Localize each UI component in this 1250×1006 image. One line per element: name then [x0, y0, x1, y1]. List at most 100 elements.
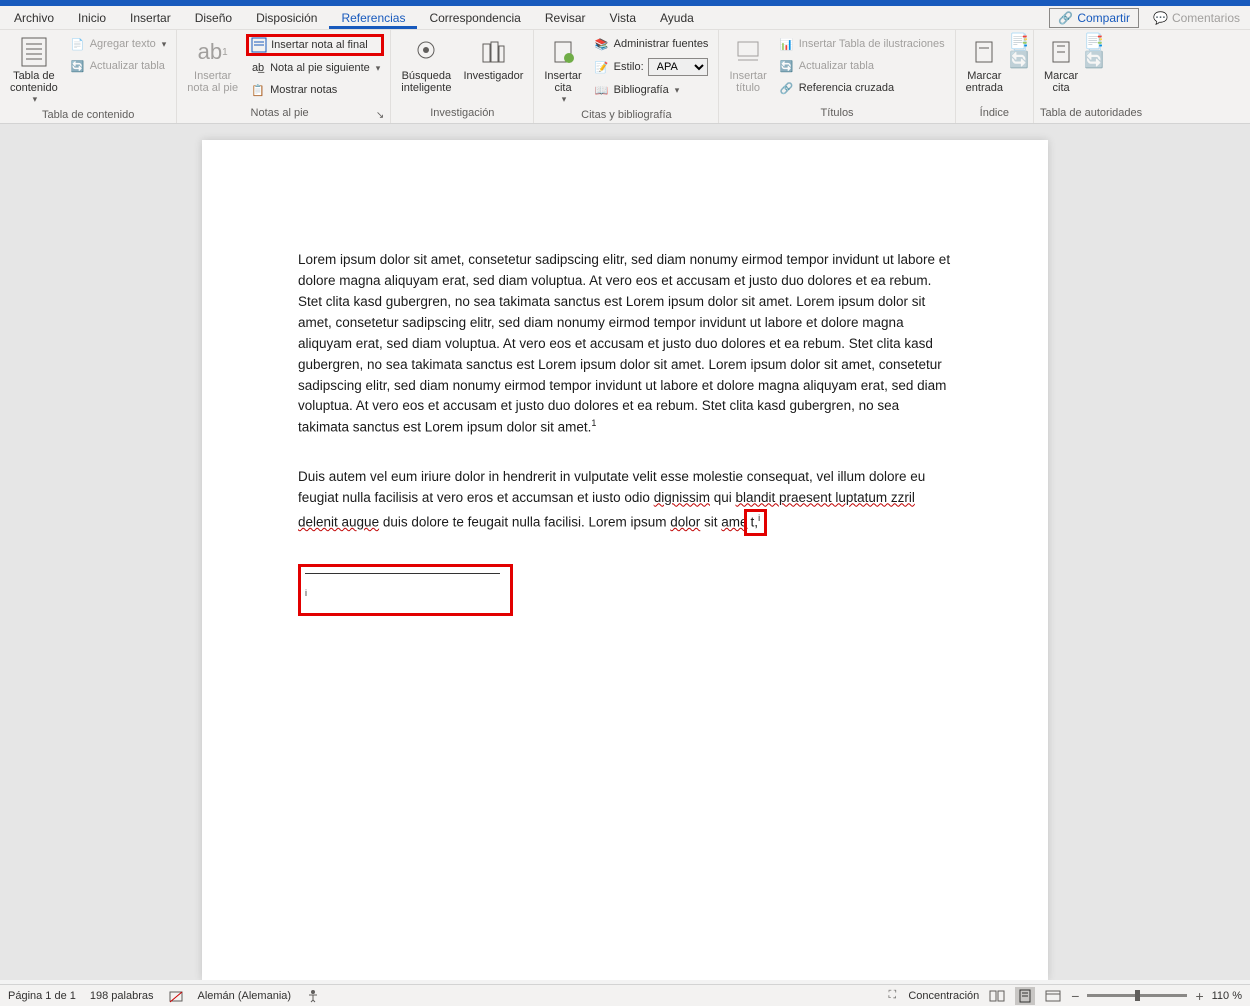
next-footnote-label: Nota al pie siguiente	[270, 62, 370, 74]
web-layout-icon[interactable]	[1043, 987, 1063, 1005]
mark-entry-button[interactable]: Marcar entrada	[962, 34, 1007, 96]
cross-reference-button[interactable]: 🔗 Referencia cruzada	[775, 78, 949, 98]
comments-button[interactable]: 💬 Comentarios	[1145, 9, 1248, 27]
endnote-area-highlight[interactable]: i	[298, 564, 513, 616]
menu-correspondencia[interactable]: Correspondencia	[417, 7, 532, 29]
group-authorities: Marcar cita 📑 🔄 Tabla de autoridades	[1034, 30, 1148, 123]
update-caption-table-button[interactable]: 🔄 Actualizar tabla	[775, 56, 949, 76]
add-text-label: Agregar texto	[90, 38, 156, 50]
group-label: Citas y bibliografía	[540, 107, 712, 123]
footnote-icon: ab1	[197, 36, 229, 68]
word-count[interactable]: 198 palabras	[90, 990, 154, 1002]
zoom-out-button[interactable]: −	[1071, 988, 1079, 1004]
insert-tof-button[interactable]: 📊 Insertar Tabla de ilustraciones	[775, 34, 949, 54]
insert-toa-icon[interactable]: 📑	[1086, 34, 1102, 50]
bibliography-button[interactable]: 📖 Bibliografía ▾	[590, 80, 713, 100]
update-icon: 🔄	[779, 58, 795, 74]
insert-index-icon[interactable]: 📑	[1011, 34, 1027, 50]
insert-caption-label: Insertar título	[729, 70, 766, 94]
group-citations: Insertar cita ▾ 📚 Administrar fuentes 📝 …	[534, 30, 719, 123]
focus-icon[interactable]: ⛶	[884, 988, 900, 1004]
group-index: Marcar entrada 📑 🔄 Índice	[956, 30, 1034, 123]
group-label: Notas al pie	[183, 105, 376, 121]
document-area[interactable]: Lorem ipsum dolor sit amet, consetetur s…	[0, 124, 1250, 980]
dialog-launcher-icon[interactable]: ↘	[376, 110, 384, 121]
menu-insertar[interactable]: Insertar	[118, 7, 183, 29]
accessibility-icon[interactable]	[305, 988, 321, 1004]
endnote-reference[interactable]: i	[758, 513, 760, 523]
zoom-level[interactable]: 110 %	[1212, 990, 1242, 1002]
zoom-in-button[interactable]: +	[1195, 988, 1203, 1004]
group-footnotes: ab1 Insertar nota al pie Insertar nota a…	[177, 30, 391, 123]
menu-archivo[interactable]: Archivo	[2, 7, 66, 29]
show-notes-button[interactable]: 📋 Mostrar notas	[246, 80, 384, 100]
style-selector[interactable]: 📝 Estilo: APA	[590, 56, 713, 78]
zoom-slider[interactable]	[1087, 994, 1187, 997]
next-footnote-button[interactable]: ab̲ Nota al pie siguiente ▾	[246, 58, 384, 78]
page-indicator[interactable]: Página 1 de 1	[8, 990, 76, 1002]
read-mode-icon[interactable]	[987, 987, 1007, 1005]
sources-icon: 📚	[594, 36, 610, 52]
mark-citation-icon	[1045, 36, 1077, 68]
insert-footnote-button[interactable]: ab1 Insertar nota al pie	[183, 34, 242, 96]
insert-footnote-label: Insertar nota al pie	[187, 70, 238, 94]
comments-label: Comentarios	[1172, 11, 1240, 25]
add-text-button[interactable]: 📄 Agregar texto ▾	[66, 34, 171, 54]
insert-caption-button[interactable]: Insertar título	[725, 34, 770, 96]
endnote-cursor[interactable]: i	[305, 588, 307, 598]
researcher-button[interactable]: Investigador	[459, 34, 527, 84]
group-label: Títulos	[725, 105, 948, 121]
share-button[interactable]: 🔗 Compartir	[1049, 8, 1139, 28]
update-index-icon[interactable]: 🔄	[1011, 52, 1027, 68]
toc-icon	[18, 36, 50, 68]
update-table-label: Actualizar tabla	[90, 60, 165, 72]
share-icon: 🔗	[1058, 11, 1073, 25]
insert-citation-label: Insertar cita	[544, 70, 581, 94]
smart-lookup-button[interactable]: Búsqueda inteligente	[397, 34, 455, 96]
menu-ayuda[interactable]: Ayuda	[648, 7, 706, 29]
update-toa-icon[interactable]: 🔄	[1086, 52, 1102, 68]
update-caption-table-label: Actualizar tabla	[799, 60, 874, 72]
menu-inicio[interactable]: Inicio	[66, 7, 118, 29]
style-select[interactable]: APA	[648, 58, 708, 76]
show-notes-label: Mostrar notas	[270, 84, 337, 96]
footnote-reference[interactable]: 1	[591, 418, 596, 428]
print-layout-icon[interactable]	[1015, 987, 1035, 1005]
paragraph-1[interactable]: Lorem ipsum dolor sit amet, consetetur s…	[298, 250, 952, 439]
update-icon: 🔄	[70, 58, 86, 74]
show-notes-icon: 📋	[250, 82, 266, 98]
mark-entry-icon	[968, 36, 1000, 68]
menu-vista[interactable]: Vista	[598, 7, 648, 29]
spellcheck-icon[interactable]	[168, 988, 184, 1004]
next-footnote-icon: ab̲	[250, 60, 266, 76]
group-research: Búsqueda inteligente Investigador Invest…	[391, 30, 534, 123]
zoom-thumb[interactable]	[1135, 990, 1140, 1001]
insert-citation-button[interactable]: Insertar cita ▾	[540, 34, 585, 107]
toc-button[interactable]: Tabla de contenido ▾	[6, 34, 62, 107]
manage-sources-button[interactable]: 📚 Administrar fuentes	[590, 34, 713, 54]
language-indicator[interactable]: Alemán (Alemania)	[198, 990, 292, 1002]
crossref-icon: 🔗	[779, 80, 795, 96]
focus-mode[interactable]: Concentración	[908, 990, 979, 1002]
endnote-reference-highlight[interactable]: t,i	[744, 509, 768, 536]
style-icon: 📝	[594, 59, 610, 75]
menu-diseno[interactable]: Diseño	[183, 7, 244, 29]
group-toc: Tabla de contenido ▾ 📄 Agregar texto ▾ 🔄…	[0, 30, 177, 123]
share-label: Compartir	[1077, 11, 1130, 25]
paragraph-2[interactable]: Duis autem vel eum iriure dolor in hendr…	[298, 467, 952, 536]
tof-icon: 📊	[779, 36, 795, 52]
chevron-down-icon: ▾	[675, 85, 680, 96]
endnote-icon	[251, 37, 267, 53]
menu-revisar[interactable]: Revisar	[533, 7, 598, 29]
menu-referencias[interactable]: Referencias	[329, 7, 417, 29]
mark-citation-button[interactable]: Marcar cita	[1040, 34, 1082, 96]
document-body[interactable]: Lorem ipsum dolor sit amet, consetetur s…	[298, 250, 952, 616]
page[interactable]: Lorem ipsum dolor sit amet, consetetur s…	[202, 140, 1048, 980]
menu-disposicion[interactable]: Disposición	[244, 7, 329, 29]
insert-endnote-button[interactable]: Insertar nota al final	[246, 34, 384, 56]
mark-citation-label: Marcar cita	[1044, 70, 1078, 94]
update-table-button[interactable]: 🔄 Actualizar tabla	[66, 56, 171, 76]
endnote-separator-line	[305, 573, 500, 574]
chevron-down-icon: ▾	[562, 94, 567, 105]
menubar: Archivo Inicio Insertar Diseño Disposici…	[0, 6, 1250, 30]
